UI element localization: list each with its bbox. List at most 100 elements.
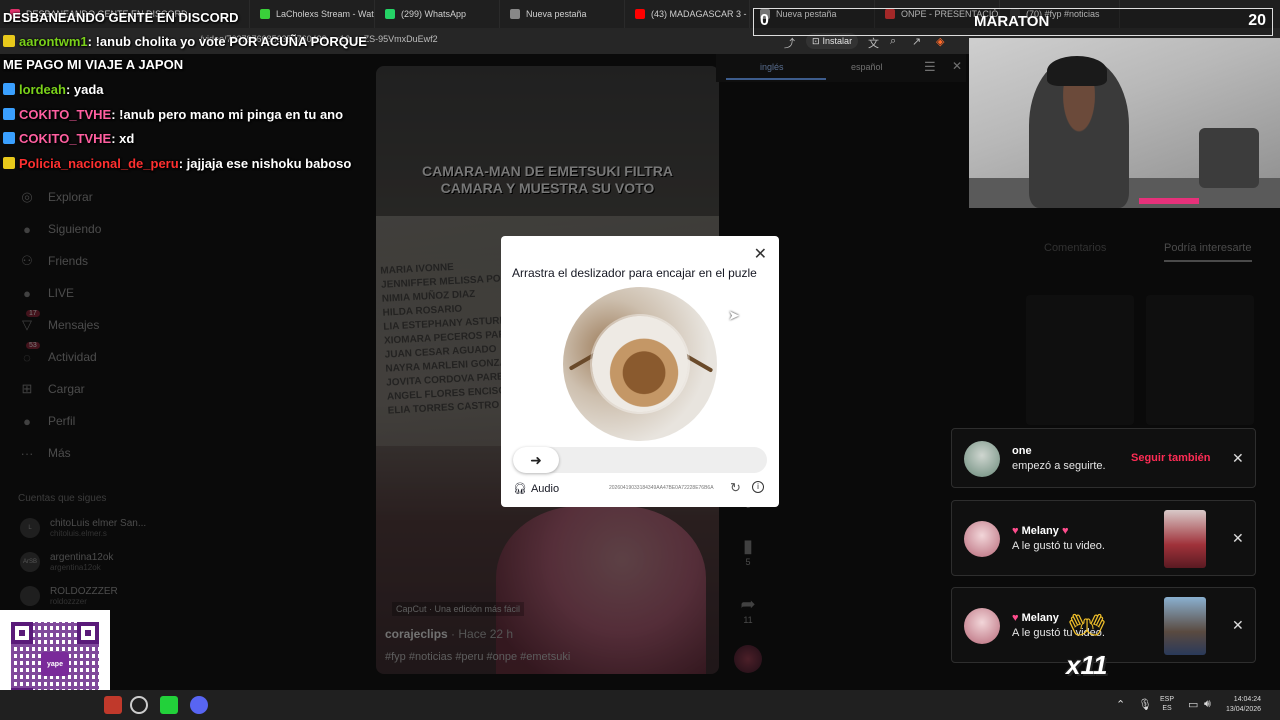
avatar <box>964 521 1000 557</box>
browser-tab[interactable]: (43) MADAGASCAR 3 - Cl <box>625 0 750 28</box>
qr-finder <box>11 622 33 644</box>
clock-time: 14:04:24 <box>1233 696 1262 703</box>
video-thumbnail[interactable] <box>1164 510 1206 568</box>
captcha-slider-handle[interactable]: ➜ <box>513 447 559 473</box>
webcam-person-hair <box>1047 56 1107 86</box>
zoom-icon[interactable]: ⌕ <box>890 35 896 48</box>
qr-logo: yape <box>41 652 69 676</box>
tab-favicon-icon <box>635 9 645 19</box>
mute-icon[interactable]: ⤴ <box>784 35 795 51</box>
chat-badge-icon <box>3 35 15 47</box>
refresh-icon[interactable]: ↻ <box>730 480 741 496</box>
brave-shield-icon[interactable]: ◈ <box>936 35 944 48</box>
close-icon[interactable]: ✕ <box>1232 530 1244 547</box>
chevron-up-icon[interactable]: ⌃ <box>1116 698 1125 711</box>
marathon-counter: 0 MARATON 20 <box>753 8 1273 36</box>
tab-favicon-icon <box>260 9 270 19</box>
chat-username: lordeah <box>19 82 66 97</box>
video-thumbnail[interactable] <box>1164 597 1206 655</box>
screen: DESBANEANDO GENTE EN DISCORD LaCholexs St… <box>0 0 1280 720</box>
avatar <box>964 441 1000 477</box>
translate-icon[interactable]: 文 <box>868 35 879 51</box>
keyboard-language[interactable]: ESP ES <box>1160 695 1174 713</box>
kick-app-icon[interactable] <box>160 696 178 714</box>
close-icon[interactable]: ✕ <box>1232 617 1244 634</box>
heart-icon: ♥ <box>1012 612 1019 624</box>
avatar <box>964 608 1000 644</box>
network-icon[interactable]: ▭ <box>1188 698 1198 711</box>
tab-favicon-icon <box>510 9 520 19</box>
close-icon[interactable]: ✕ <box>1232 450 1244 467</box>
share-page-icon[interactable]: ↗ <box>912 35 921 48</box>
chat-text: : yada <box>65 82 104 97</box>
chat-username: DESBANEANDO GENTE EN DISCORD <box>3 10 239 25</box>
notification-like[interactable]: ♥ Melany ♥ A le gustó tu video. ✕ <box>951 500 1256 576</box>
obs-app-icon[interactable] <box>130 696 148 714</box>
taskbar: ⌃ 🎙︎ ESP ES ▭ 🔊︎ 14:04:24 13/04/2026 <box>0 690 1280 720</box>
chat-username: COKITO_TVHE <box>19 131 112 146</box>
marathon-right-count: 20 <box>1248 12 1266 29</box>
headphones-icon: 🎧︎ <box>513 483 527 495</box>
install-icon: ⊡ <box>812 35 820 46</box>
chat-message: Policia_nacional_de_peru: jajjaja ese ni… <box>3 156 351 171</box>
chat-username: Policia_nacional_de_peru <box>19 156 179 171</box>
tab-label: (299) WhatsApp <box>401 9 467 19</box>
webcam-keyboard-light <box>1139 198 1199 204</box>
captcha-puzzle-image <box>563 287 717 441</box>
chat-message: aarontwm1: !anub cholita yo vote POR ACU… <box>3 34 367 49</box>
marathon-left-count: 0 <box>760 12 769 29</box>
webcam-equipment <box>1199 128 1259 188</box>
heart-icon: ♥ <box>1061 525 1069 537</box>
captcha-code: 20260419033184349AA47BE0A72228E76B6A <box>609 485 714 491</box>
chat-message: ME PAGO MI VIAJE A JAPON <box>3 57 183 72</box>
chat-text: : !anub pero mano mi pinga en tu ano <box>111 107 344 122</box>
chat-badge-icon <box>3 157 15 169</box>
chat-message: COKITO_TVHE: !anub pero mano mi pinga en… <box>3 107 343 122</box>
mouse-cursor-icon: ➤ <box>728 307 740 323</box>
captcha-title: Arrastra el deslizador para encajar en e… <box>512 266 757 280</box>
qr-finder <box>77 622 99 644</box>
marathon-title: MARATON <box>974 13 1050 30</box>
heart-icon: ♥ <box>1012 525 1019 537</box>
gift-multiplier: x11 <box>1066 650 1108 680</box>
chat-badge-icon <box>3 132 15 144</box>
chat-username: aarontwm1 <box>19 34 88 49</box>
notification-name: Melany <box>1021 525 1059 537</box>
clapping-hands-icon: 👐︎ <box>1068 609 1107 642</box>
chat-text: : !anub cholita yo vote POR ACUÑA PORQUE <box>87 34 367 49</box>
notification-name: one <box>1012 445 1032 457</box>
tab-favicon-icon <box>385 9 395 19</box>
captcha-audio-button[interactable]: 🎧︎ Audio <box>513 482 560 496</box>
chat-text: ME PAGO MI VIAJE A JAPON <box>3 57 184 72</box>
chat-message: COKITO_TVHE: xd <box>3 131 134 146</box>
captcha-dialog: ✕ Arrastra el deslizador para encajar en… <box>501 236 779 507</box>
tab-label: Nueva pestaña <box>526 9 587 19</box>
notification-text: A le gustó tu video. <box>1012 540 1105 552</box>
notification-name: Melany <box>1021 612 1059 624</box>
captcha-audio-label: Audio <box>530 482 560 495</box>
chat-message: DESBANEANDO GENTE EN DISCORD <box>3 10 238 25</box>
discord-app-icon[interactable] <box>190 696 208 714</box>
webcam-feed <box>969 38 1280 208</box>
taskbar-app-icon[interactable] <box>104 696 122 714</box>
arrow-right-icon: ➜ <box>530 451 542 468</box>
browser-tab[interactable]: LaCholexs Stream - Watch <box>250 0 375 28</box>
close-icon[interactable]: ✕ <box>754 244 767 264</box>
info-icon[interactable]: i <box>752 481 764 493</box>
tab-label: (43) MADAGASCAR 3 - Cl <box>651 9 750 19</box>
volume-icon[interactable]: 🔊︎ <box>1204 698 1211 711</box>
microphone-icon[interactable]: 🎙︎ <box>1138 698 1152 711</box>
lang-code-2: ES <box>1162 705 1172 712</box>
chat-badge-icon <box>3 83 15 95</box>
captcha-slider-track[interactable]: ➜ <box>513 447 767 473</box>
tab-label: LaCholexs Stream - Watch <box>276 9 375 19</box>
chat-username: COKITO_TVHE <box>19 107 112 122</box>
browser-tab[interactable]: (299) WhatsApp <box>375 0 500 28</box>
notification-follow[interactable]: one empezó a seguirte. Seguir también ✕ <box>951 428 1256 488</box>
captcha-rotating-piece <box>576 300 704 428</box>
browser-tab[interactable]: Nueva pestaña <box>500 0 625 28</box>
follow-back-button[interactable]: Seguir también <box>1131 452 1210 464</box>
chat-text: : xd <box>111 131 135 146</box>
clock[interactable]: 14:04:24 13/04/2026 <box>1226 695 1261 715</box>
lang-code-1: ESP <box>1160 696 1175 703</box>
